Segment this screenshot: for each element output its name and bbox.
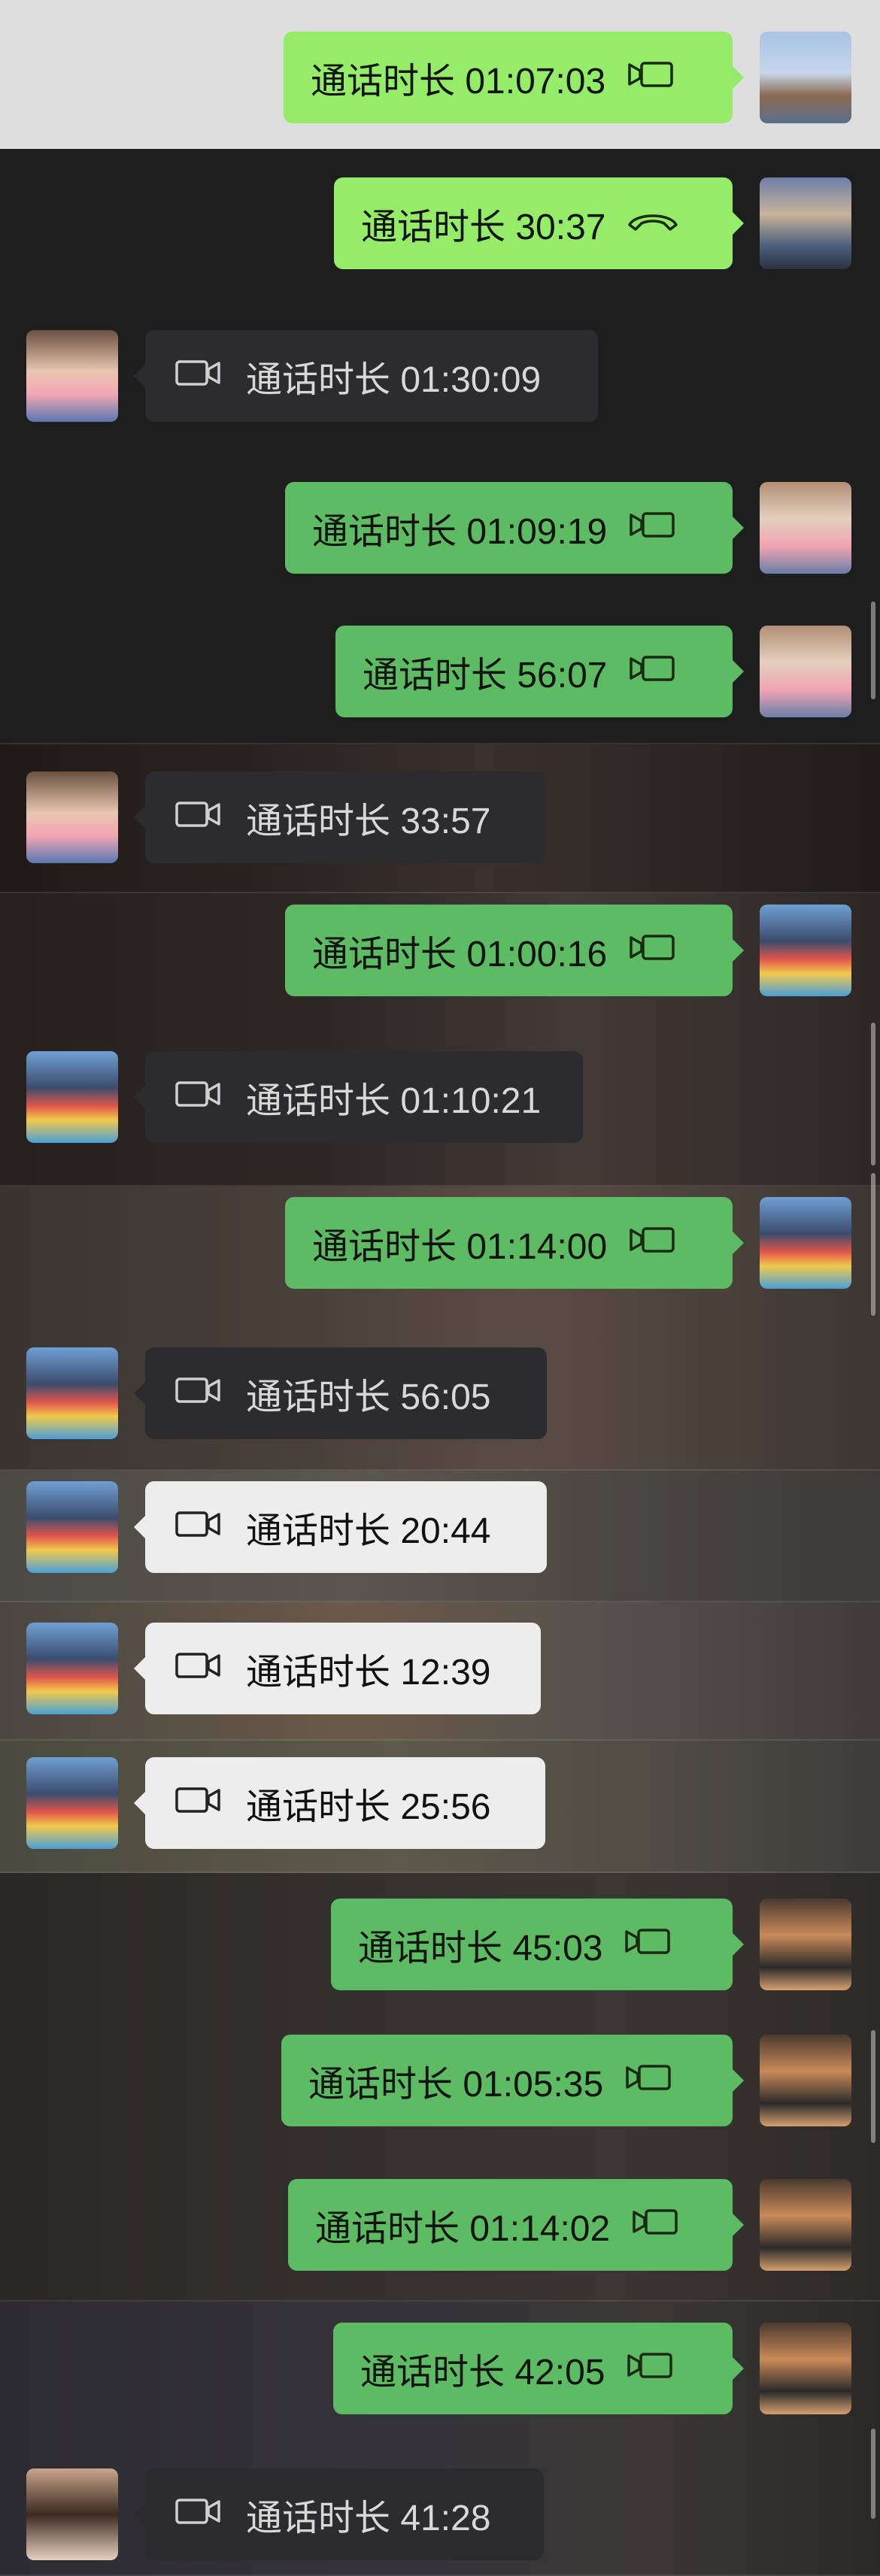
received-call-record-bubble[interactable]: 通话时长 25:56 [134, 1757, 545, 1849]
scrollbar-thumb[interactable] [871, 1173, 875, 1316]
scrollbar-thumb[interactable] [871, 1023, 875, 1165]
call-duration-text: 通话时长 56:05 [246, 1377, 491, 1417]
bubble-tail [732, 659, 744, 683]
contact-avatar[interactable] [26, 1051, 118, 1143]
voice-call-icon [625, 203, 681, 244]
sent-call-record-bubble[interactable]: 通话时长 01:00:16 [285, 905, 744, 996]
bubble-tail [134, 1085, 146, 1109]
video-call-icon [622, 1924, 671, 1965]
bubble-tail [134, 2502, 146, 2526]
received-call-record-bubble[interactable]: 通话时长 41:28 [134, 2468, 544, 2560]
video-call-icon [175, 1373, 223, 1414]
bubble-tail [732, 1231, 744, 1255]
sent-call-record-bubble[interactable]: 通话时长 45:03 [331, 1899, 744, 1990]
bubble-tail [134, 1791, 146, 1815]
sent-call-record-bubble[interactable]: 通话时长 01:05:35 [281, 2035, 744, 2126]
bubble-tail [732, 516, 744, 540]
call-duration-text: 通话时长 33:57 [246, 802, 491, 841]
video-call-icon [624, 2348, 673, 2390]
bubble-tail [732, 938, 744, 962]
my-avatar[interactable] [760, 177, 851, 269]
call-duration-text: 通话时长 01:07:03 [311, 62, 606, 102]
bubble-tail [134, 1381, 146, 1405]
sent-call-record-bubble[interactable]: 通话时长 01:14:02 [288, 2179, 744, 2271]
received-call-record-bubble[interactable]: 通话时长 33:57 [134, 771, 545, 863]
sent-call-record-bubble[interactable]: 通话时长 01:14:00 [285, 1197, 744, 1289]
sent-call-record-bubble[interactable]: 通话时长 56:07 [335, 626, 744, 717]
bubble-tail [732, 2356, 744, 2381]
call-duration-text: 通话时长 01:14:00 [312, 1227, 608, 1267]
call-duration-text: 通话时长 01:00:16 [312, 935, 608, 974]
contact-avatar[interactable] [26, 1347, 118, 1439]
sent-call-record-bubble[interactable]: 通话时长 42:05 [333, 2323, 744, 2414]
my-avatar[interactable] [760, 32, 851, 123]
contact-avatar[interactable] [26, 2468, 118, 2560]
bubble-tail [732, 2068, 744, 2093]
sent-call-record-bubble[interactable]: 通话时长 01:07:03 [284, 32, 744, 123]
call-duration-text: 通话时长 01:30:09 [246, 360, 542, 400]
call-duration-text: 通话时长 30:37 [361, 208, 606, 247]
sent-call-record-bubble[interactable]: 通话时长 30:37 [334, 177, 744, 269]
my-avatar[interactable] [760, 2035, 851, 2126]
video-call-icon [175, 1077, 223, 1118]
bubble-tail [134, 1656, 146, 1680]
call-duration-text: 通话时长 01:14:02 [315, 2209, 611, 2249]
received-call-record-bubble[interactable]: 通话时长 12:39 [134, 1623, 541, 1714]
call-duration-text: 通话时长 42:05 [360, 2353, 605, 2393]
video-call-icon [627, 930, 675, 971]
call-duration-text: 通话时长 01:09:19 [312, 512, 608, 552]
received-call-record-bubble[interactable]: 通话时长 01:30:09 [134, 330, 598, 422]
video-call-icon [175, 2494, 223, 2535]
my-avatar[interactable] [760, 482, 851, 574]
bubble-tail [134, 364, 146, 388]
sent-call-record-bubble[interactable]: 通话时长 01:09:19 [285, 482, 744, 574]
my-avatar[interactable] [760, 1197, 851, 1289]
received-call-record-bubble[interactable]: 通话时长 01:10:21 [134, 1051, 583, 1143]
call-duration-text: 通话时长 01:10:21 [246, 1081, 542, 1121]
video-call-icon [625, 57, 673, 98]
call-duration-text: 通话时长 56:07 [363, 656, 608, 696]
scrollbar-thumb[interactable] [871, 2030, 875, 2143]
video-call-icon [175, 1507, 223, 1548]
my-avatar[interactable] [760, 2179, 851, 2271]
received-call-record-bubble[interactable]: 通话时长 56:05 [134, 1347, 547, 1439]
contact-avatar[interactable] [26, 330, 118, 422]
bubble-tail [732, 65, 744, 89]
call-duration-text: 通话时长 01:05:35 [308, 2065, 604, 2105]
bubble-tail [134, 1515, 146, 1539]
video-call-icon [627, 508, 675, 549]
my-avatar[interactable] [760, 905, 851, 996]
video-call-icon [627, 1223, 675, 1264]
bubble-tail [732, 211, 744, 235]
bubble-tail [134, 805, 146, 829]
contact-avatar[interactable] [26, 1481, 118, 1573]
video-call-icon [630, 2205, 678, 2246]
video-call-icon [627, 651, 675, 692]
call-duration-text: 通话时长 20:44 [246, 1511, 491, 1551]
bubble-tail [732, 2213, 744, 2237]
contact-avatar[interactable] [26, 1757, 118, 1849]
video-call-icon [175, 356, 223, 397]
call-duration-text: 通话时长 45:03 [358, 1929, 603, 1968]
call-duration-text: 通话时长 12:39 [246, 1653, 491, 1693]
video-call-icon [175, 797, 223, 838]
call-duration-text: 通话时长 41:28 [246, 2499, 491, 2538]
scrollbar-thumb[interactable] [871, 602, 875, 699]
scrollbar-thumb[interactable] [871, 2429, 875, 2519]
contact-avatar[interactable] [26, 771, 118, 863]
my-avatar[interactable] [760, 1899, 851, 1990]
call-duration-text: 通话时长 25:56 [246, 1787, 491, 1827]
received-call-record-bubble[interactable]: 通话时长 20:44 [134, 1481, 547, 1573]
video-call-icon [623, 2060, 671, 2102]
video-call-icon [175, 1648, 223, 1690]
video-call-icon [175, 1783, 223, 1824]
my-avatar[interactable] [760, 2323, 851, 2414]
bubble-tail [732, 1932, 744, 1956]
contact-avatar[interactable] [26, 1623, 118, 1714]
my-avatar[interactable] [760, 626, 851, 717]
